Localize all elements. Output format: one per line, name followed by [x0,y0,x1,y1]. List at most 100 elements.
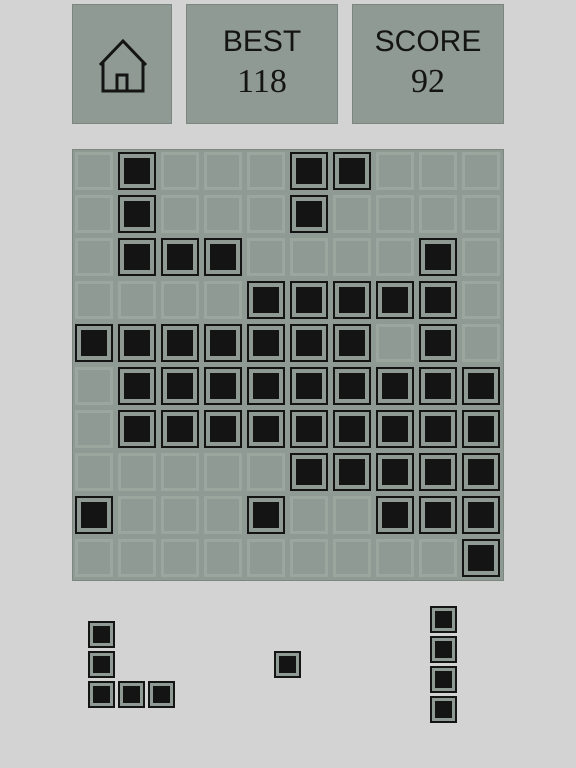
board-cell-empty[interactable] [290,539,328,577]
board-cell-filled[interactable] [376,453,414,491]
board-cell-empty[interactable] [204,195,242,233]
board-cell-empty[interactable] [376,195,414,233]
board-cell-empty[interactable] [204,496,242,534]
board-cell-empty[interactable] [419,152,457,190]
board-cell-filled[interactable] [462,367,500,405]
board-cell-filled[interactable] [376,281,414,319]
board-cell-filled[interactable] [333,410,371,448]
board-cell-filled[interactable] [75,496,113,534]
board-cell-filled[interactable] [419,410,457,448]
board-cell-empty[interactable] [290,496,328,534]
board-cell-empty[interactable] [419,195,457,233]
board-cell-empty[interactable] [75,238,113,276]
board-cell-empty[interactable] [204,453,242,491]
board-cell-empty[interactable] [161,539,199,577]
board-cell-filled[interactable] [419,453,457,491]
board-cell-filled[interactable] [462,453,500,491]
board-cell-empty[interactable] [333,496,371,534]
board-cell-empty[interactable] [247,539,285,577]
board-cell-filled[interactable] [161,410,199,448]
board-cell-filled[interactable] [118,324,156,362]
board-cell-filled[interactable] [333,453,371,491]
board-cell-empty[interactable] [290,238,328,276]
board-cell-empty[interactable] [462,281,500,319]
board-cell-filled[interactable] [247,281,285,319]
board-cell-filled[interactable] [462,496,500,534]
board-cell-filled[interactable] [290,152,328,190]
board-cell-empty[interactable] [247,453,285,491]
board-cell-filled[interactable] [118,410,156,448]
board-cell-filled[interactable] [462,539,500,577]
board-cell-empty[interactable] [247,195,285,233]
board-cell-filled[interactable] [333,367,371,405]
board-cell-empty[interactable] [462,324,500,362]
piece-l-shape[interactable] [88,621,175,708]
board-cell-empty[interactable] [247,238,285,276]
board-cell-empty[interactable] [333,238,371,276]
board-cell-empty[interactable] [75,453,113,491]
board-cell-empty[interactable] [376,539,414,577]
board-cell-filled[interactable] [204,238,242,276]
board-cell-empty[interactable] [118,539,156,577]
board-cell-filled[interactable] [419,281,457,319]
home-button[interactable] [72,4,172,124]
board-cell-filled[interactable] [204,367,242,405]
board-cell-empty[interactable] [75,367,113,405]
board-cell-empty[interactable] [333,195,371,233]
board-cell-filled[interactable] [419,238,457,276]
board-cell-filled[interactable] [419,367,457,405]
board-cell-filled[interactable] [376,496,414,534]
board-cell-filled[interactable] [290,453,328,491]
board-cell-filled[interactable] [247,496,285,534]
board-cell-filled[interactable] [290,367,328,405]
board-cell-filled[interactable] [247,324,285,362]
board-cell-empty[interactable] [333,539,371,577]
board-cell-empty[interactable] [462,195,500,233]
board-cell-filled[interactable] [376,367,414,405]
board-cell-filled[interactable] [75,324,113,362]
board-cell-filled[interactable] [118,195,156,233]
board-cell-filled[interactable] [118,238,156,276]
board-cell-empty[interactable] [247,152,285,190]
board-cell-empty[interactable] [118,281,156,319]
board-cell-empty[interactable] [376,238,414,276]
board-cell-filled[interactable] [290,324,328,362]
board-cell-empty[interactable] [419,539,457,577]
board-cell-empty[interactable] [118,496,156,534]
board-cell-empty[interactable] [75,281,113,319]
board-cell-empty[interactable] [75,410,113,448]
board-cell-empty[interactable] [75,539,113,577]
board-cell-empty[interactable] [161,195,199,233]
board-cell-empty[interactable] [376,324,414,362]
board-cell-empty[interactable] [75,195,113,233]
board-cell-empty[interactable] [161,453,199,491]
board-cell-filled[interactable] [419,496,457,534]
board-cell-filled[interactable] [419,324,457,362]
board-cell-filled[interactable] [161,238,199,276]
board-cell-filled[interactable] [376,410,414,448]
board-cell-filled[interactable] [290,195,328,233]
board-cell-empty[interactable] [204,152,242,190]
board-cell-filled[interactable] [462,410,500,448]
board-cell-filled[interactable] [247,367,285,405]
board-cell-filled[interactable] [247,410,285,448]
board-cell-empty[interactable] [204,281,242,319]
board-cell-filled[interactable] [161,324,199,362]
game-board[interactable] [72,149,504,581]
board-cell-filled[interactable] [204,324,242,362]
board-cell-filled[interactable] [204,410,242,448]
board-cell-empty[interactable] [462,238,500,276]
board-cell-empty[interactable] [161,281,199,319]
piece-single[interactable] [274,651,301,678]
board-cell-filled[interactable] [161,367,199,405]
board-cell-filled[interactable] [333,281,371,319]
board-cell-filled[interactable] [333,324,371,362]
board-cell-empty[interactable] [75,152,113,190]
board-cell-empty[interactable] [161,496,199,534]
piece-i-vertical[interactable] [430,606,457,723]
board-cell-filled[interactable] [290,281,328,319]
board-cell-empty[interactable] [161,152,199,190]
board-cell-filled[interactable] [118,367,156,405]
board-cell-empty[interactable] [376,152,414,190]
board-cell-filled[interactable] [290,410,328,448]
